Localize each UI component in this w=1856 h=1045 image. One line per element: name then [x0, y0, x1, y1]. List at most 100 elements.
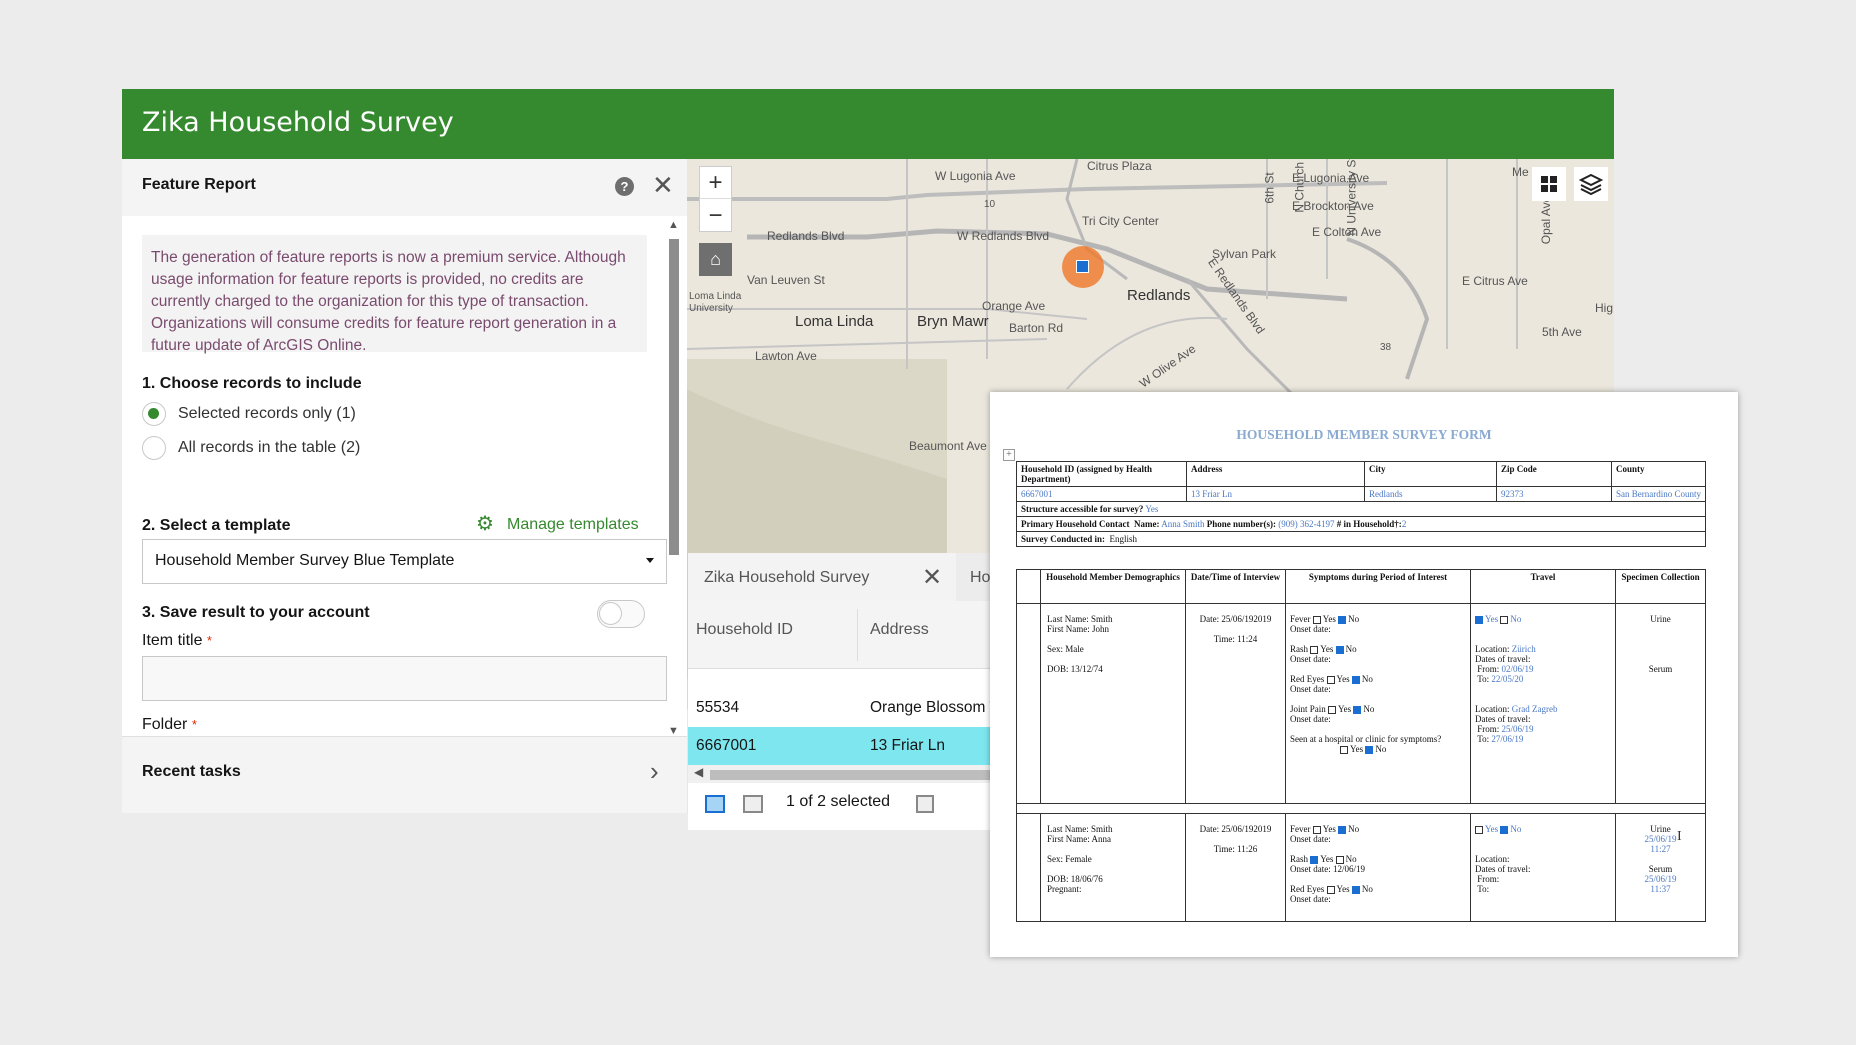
home-icon: ⌂ [710, 249, 721, 269]
member2-demographics: Last Name: Smith First Name: Anna Sex: F… [1040, 813, 1186, 922]
member2-symptoms: Fever Yes No Onset date: Rash Yes No Ons… [1285, 813, 1471, 922]
folder-label: Folder * [142, 716, 197, 733]
header-val: 6667001 [1016, 486, 1187, 502]
scroll-left-arrow[interactable]: ◀ [694, 765, 703, 779]
map-label: Opal Ave [1539, 195, 1554, 245]
member1-specimen: Urine Serum [1615, 603, 1706, 804]
map-label: Me [1512, 165, 1529, 179]
toggle-knob [599, 602, 622, 625]
map-label: Loma Linda University [689, 291, 742, 314]
map-label: Citrus Plaza [1087, 159, 1152, 173]
show-all-icon[interactable] [743, 795, 763, 813]
header-col: County [1611, 461, 1706, 487]
members-col: Date/Time of Interview [1185, 569, 1286, 604]
map-label: W Lugonia Ave [935, 169, 1016, 183]
header-val: Redlands [1364, 486, 1497, 502]
map-label: Lawton Ave [755, 349, 817, 363]
map-label: W Redlands Blvd [957, 229, 1050, 243]
member2-interview: Date: 25/06/192019 Time: 11:26 [1185, 813, 1286, 922]
manage-templates-link[interactable]: Manage templates [507, 516, 639, 534]
template-select-value: Household Member Survey Blue Template [155, 552, 455, 569]
report-title: HOUSEHOLD MEMBER SURVEY FORM [1236, 427, 1492, 442]
header-val: 92373 [1496, 486, 1612, 502]
member1-symptoms: Fever Yes No Onset date: Rash Yes No Ons… [1285, 603, 1471, 804]
header-col: City [1364, 461, 1497, 487]
conducted-row: Survey Conducted in: English [1016, 531, 1706, 547]
help-icon[interactable]: ? [615, 177, 634, 196]
chevron-down-icon [646, 558, 654, 563]
zoom-in-button[interactable]: + [700, 167, 731, 199]
report-header-table: Household ID (assigned by Health Departm… [1016, 461, 1706, 547]
column-header-household-id[interactable]: Household ID [696, 621, 793, 639]
column-divider [857, 609, 858, 661]
add-icon[interactable]: + [1003, 449, 1015, 461]
cell-household-id: 55534 [696, 699, 740, 716]
accessible-row: Structure accessible for survey? Yes [1016, 501, 1706, 517]
panel-title: Feature Report [142, 176, 256, 193]
map-label: Bryn Mawr [917, 313, 989, 330]
save-result-toggle[interactable] [597, 600, 645, 628]
map-label: Sylvan Park [1212, 247, 1277, 261]
radio-selected-records[interactable] [142, 402, 166, 426]
tab-next[interactable]: Ho [970, 569, 990, 587]
header-col: Zip Code [1496, 461, 1612, 487]
map-label: N University St [1344, 159, 1359, 236]
map-label: Tri City Center [1082, 214, 1159, 228]
cell-household-id: 6667001 [696, 737, 757, 754]
member2-travel: Yes No Location: Dates of travel: From: … [1470, 813, 1616, 922]
show-selected-icon[interactable] [705, 795, 725, 813]
premium-notice: The generation of feature reports is now… [142, 235, 647, 354]
step2-label: 2. Select a template [142, 517, 291, 534]
header-col: Address [1186, 461, 1365, 487]
gear-icon[interactable]: ⚙ [476, 514, 496, 534]
panel-scrollbar-thumb[interactable] [669, 239, 679, 555]
table-row-selected[interactable]: 6667001 13 Friar Ln [688, 727, 993, 765]
item-title-label: Item title * [142, 632, 212, 649]
basemap-gallery-button[interactable] [1532, 167, 1566, 201]
header-val: San Bernardino County [1611, 486, 1706, 502]
header-val: 13 Friar Ln [1186, 486, 1365, 502]
layers-icon [1578, 173, 1604, 196]
map-label: Van Leuven St [747, 273, 825, 287]
map-label: Redlands [1127, 287, 1191, 304]
item-title-input[interactable] [142, 656, 667, 701]
header-col: Household ID (assigned by Health Departm… [1016, 461, 1187, 487]
home-button[interactable]: ⌂ [699, 243, 732, 276]
selection-status: 1 of 2 selected [786, 793, 891, 810]
template-select[interactable]: Household Member Survey Blue Template [142, 539, 667, 584]
horizontal-scrollbar[interactable]: ◀ [688, 765, 993, 783]
table-row[interactable]: 55534 Orange Blossom Tr [688, 689, 1004, 727]
layers-button[interactable] [1574, 167, 1608, 201]
members-col: Symptoms during Period of Interest [1285, 569, 1471, 604]
tab-zika-household-survey[interactable]: Zika Household Survey ✕ [688, 553, 956, 601]
zoom-out-button[interactable]: − [700, 200, 731, 232]
map-label: Loma Linda [795, 313, 874, 330]
member1-travel: Yes No Location: Zürich Dates of travel:… [1470, 603, 1616, 804]
recent-tasks-bar[interactable]: Recent tasks › [122, 736, 687, 813]
horizontal-scrollbar-thumb[interactable] [710, 770, 990, 780]
close-tab-icon[interactable]: ✕ [922, 563, 942, 592]
map-label: Barton Rd [1009, 321, 1064, 335]
map-label: Redlands Blvd [767, 229, 845, 243]
feature-marker-icon[interactable] [1076, 260, 1089, 273]
grid-icon [1541, 176, 1557, 192]
contact-row: Primary Household Contact Name: Anna Smi… [1016, 516, 1706, 532]
close-icon[interactable]: ✕ [652, 171, 674, 199]
column-header-address[interactable]: Address [870, 621, 929, 639]
chevron-right-icon[interactable]: › [650, 757, 659, 785]
table-options-icon[interactable] [916, 795, 934, 813]
radio-all-records[interactable] [142, 436, 166, 460]
text-cursor-icon: I [1677, 829, 1682, 844]
member1-interview: Date: 25/06/192019 Time: 11:24 [1185, 603, 1286, 804]
attribute-table: Zika Household Survey ✕ Ho Household ID … [688, 553, 1004, 830]
map-label: 38 [1380, 342, 1392, 353]
report-members-table: Household Member Demographics Date/Time … [1016, 569, 1706, 922]
radio-selected-records-label[interactable]: Selected records only (1) [178, 405, 356, 423]
map-label: N Church St [1292, 159, 1307, 213]
scroll-up-arrow[interactable]: ▲ [668, 219, 679, 231]
members-col: Travel [1470, 569, 1616, 604]
radio-all-records-label[interactable]: All records in the table (2) [178, 439, 360, 457]
step3-label: 3. Save result to your account [142, 604, 370, 621]
table-tabs: Zika Household Survey ✕ Ho [688, 553, 993, 601]
zoom-control: + − [699, 166, 732, 232]
